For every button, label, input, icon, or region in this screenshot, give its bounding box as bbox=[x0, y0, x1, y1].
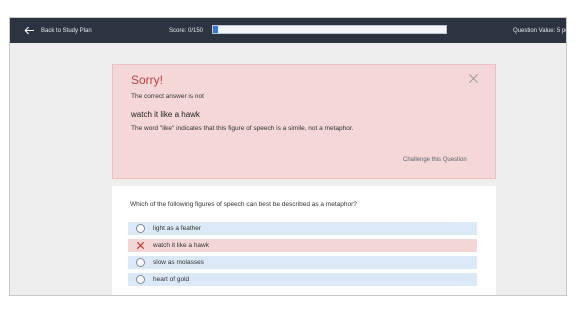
question-card: Which of the following figures of speech… bbox=[112, 186, 496, 295]
score-progress-fill bbox=[213, 26, 218, 33]
choice-label: light as a feather bbox=[153, 225, 202, 232]
answer-choice[interactable]: heart of gold bbox=[128, 273, 477, 286]
radio-icon bbox=[136, 258, 145, 267]
score-progress-bar bbox=[212, 25, 447, 34]
feedback-explanation: The word "like" indicates that this figu… bbox=[131, 125, 354, 132]
choice-label: slow as molasses bbox=[153, 259, 204, 266]
challenge-question-link[interactable]: Challenge this Question bbox=[403, 157, 467, 163]
feedback-title: Sorry! bbox=[131, 73, 164, 87]
answer-choice[interactable]: slow as molasses bbox=[128, 256, 477, 269]
score-label: Score: 0/150 bbox=[169, 27, 204, 34]
question-text: Which of the following figures of speech… bbox=[130, 201, 357, 208]
answer-choices: light as a feather watch it like a hawk … bbox=[128, 222, 477, 290]
question-value: Question Value: 5 po bbox=[513, 27, 567, 34]
choice-label: watch it like a hawk bbox=[153, 242, 209, 249]
feedback-subtitle: The correct answer is not bbox=[131, 93, 204, 100]
answer-choice[interactable]: light as a feather bbox=[128, 222, 477, 235]
choice-label: heart of gold bbox=[153, 276, 190, 283]
radio-icon bbox=[136, 224, 145, 233]
back-label: Back to Study Plan bbox=[41, 27, 92, 34]
incorrect-feedback-panel: Sorry! The correct answer is not watch i… bbox=[112, 64, 496, 179]
answer-choice[interactable]: watch it like a hawk bbox=[128, 239, 477, 252]
feedback-answer: watch it like a hawk bbox=[131, 110, 200, 119]
radio-icon bbox=[136, 275, 145, 284]
back-to-study-plan-link[interactable]: Back to Study Plan bbox=[24, 18, 92, 43]
x-mark-icon bbox=[136, 241, 145, 250]
close-icon[interactable] bbox=[468, 73, 479, 84]
app-frame: Back to Study Plan Score: 0/150 Question… bbox=[9, 17, 567, 296]
arrow-left-icon bbox=[24, 26, 34, 35]
top-bar: Back to Study Plan Score: 0/150 Question… bbox=[10, 18, 567, 43]
